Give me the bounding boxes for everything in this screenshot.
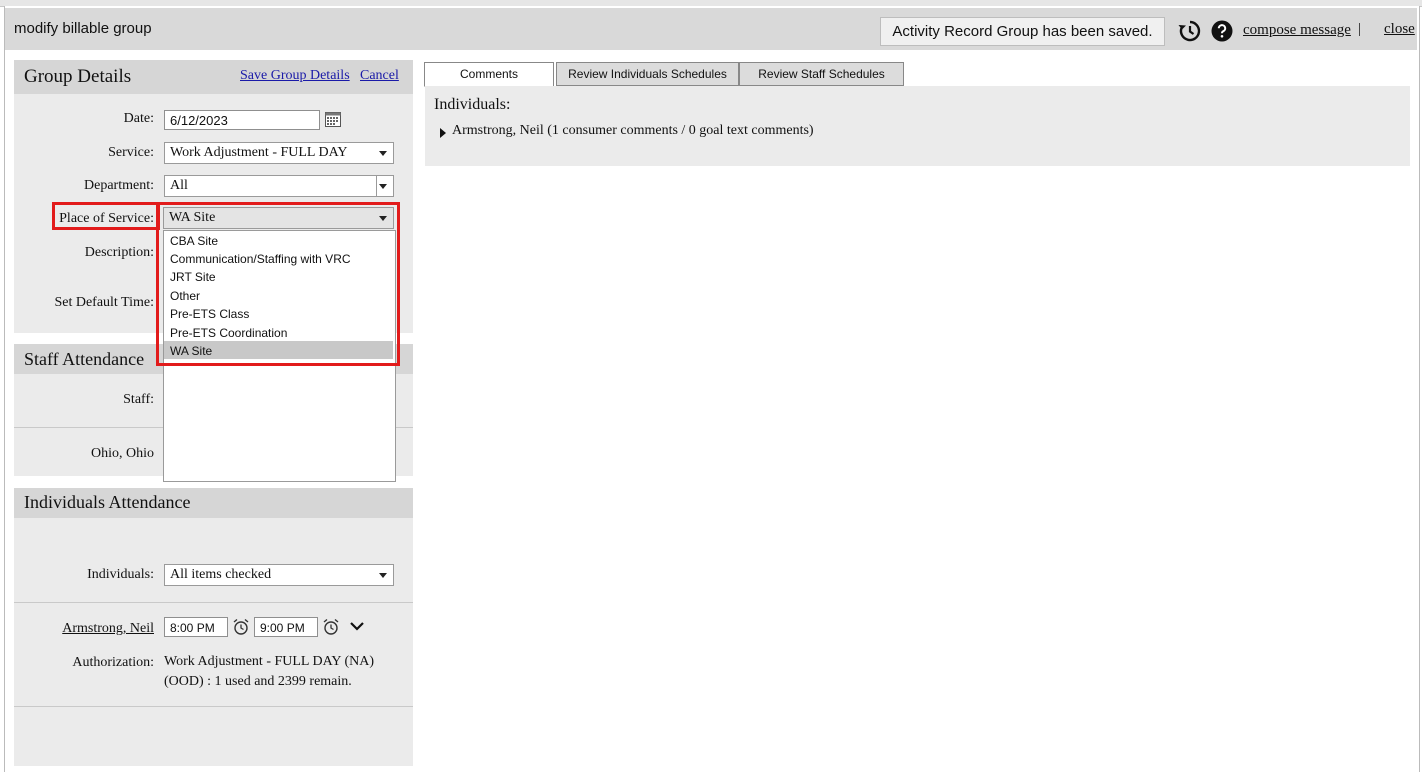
help-icon[interactable] bbox=[1211, 20, 1233, 42]
individuals-select-value: All items checked bbox=[170, 567, 272, 582]
tab-comments[interactable]: Comments bbox=[424, 62, 554, 87]
dropdown-highlight bbox=[156, 202, 400, 366]
service-select[interactable]: Work Adjustment - FULL DAY bbox=[164, 142, 394, 164]
calendar-icon[interactable] bbox=[325, 112, 341, 127]
location-label: Ohio, Ohio bbox=[91, 446, 154, 461]
comments-individuals-heading: Individuals: bbox=[434, 96, 511, 113]
department-select-value: All bbox=[170, 178, 188, 193]
group-details-heading: Group Details bbox=[24, 66, 132, 87]
alarm-clock-icon[interactable] bbox=[232, 618, 250, 636]
individual-name-link[interactable]: Armstrong, Neil bbox=[14, 621, 154, 637]
authorization-line-2: (OOD) : 1 used and 2399 remain. bbox=[164, 674, 352, 689]
tab-review-individuals-schedules[interactable]: Review Individuals Schedules bbox=[556, 62, 739, 86]
place-label-highlight bbox=[52, 202, 160, 230]
service-label: Service: bbox=[108, 145, 154, 160]
individuals-select[interactable]: All items checked bbox=[164, 564, 394, 586]
start-time-input[interactable]: 8:00 PM bbox=[164, 617, 228, 637]
chevron-down-icon bbox=[379, 573, 387, 578]
saved-message: Activity Record Group has been saved. bbox=[880, 17, 1165, 46]
staff-label: Staff: bbox=[123, 392, 154, 407]
divider bbox=[14, 602, 413, 603]
individuals-label: Individuals: bbox=[87, 567, 154, 582]
alarm-clock-icon[interactable] bbox=[322, 618, 340, 636]
chevron-down-icon[interactable] bbox=[349, 620, 365, 632]
comment-entry[interactable]: Armstrong, Neil (1 consumer comments / 0… bbox=[452, 123, 814, 139]
staff-attendance-heading: Staff Attendance bbox=[24, 349, 145, 369]
chevron-down-icon bbox=[379, 151, 387, 156]
authorization-label: Authorization: bbox=[72, 655, 154, 670]
end-time-input[interactable]: 9:00 PM bbox=[254, 617, 318, 637]
authorization-line-1: Work Adjustment - FULL DAY (NA) bbox=[164, 654, 375, 669]
description-label: Description: bbox=[84, 245, 154, 260]
department-select[interactable]: All bbox=[164, 175, 394, 197]
cancel-link[interactable]: Cancel bbox=[360, 68, 399, 84]
save-group-details-link[interactable]: Save Group Details bbox=[240, 68, 350, 84]
chevron-down-icon bbox=[379, 184, 387, 189]
select-divider bbox=[376, 176, 377, 196]
close-link[interactable]: close bbox=[1384, 21, 1415, 38]
dialog-title: modify billable group bbox=[14, 20, 152, 37]
header-separator: | bbox=[1358, 21, 1362, 37]
service-select-value: Work Adjustment - FULL DAY bbox=[170, 145, 348, 160]
history-icon[interactable] bbox=[1177, 19, 1201, 43]
expand-triangle-icon[interactable] bbox=[440, 128, 446, 138]
divider bbox=[14, 706, 413, 707]
individuals-attendance-heading: Individuals Attendance bbox=[24, 492, 191, 512]
dialog-header bbox=[5, 8, 1417, 50]
date-input[interactable]: 6/12/2023 bbox=[164, 110, 320, 130]
date-label: Date: bbox=[123, 111, 154, 126]
department-label: Department: bbox=[84, 178, 154, 193]
tab-review-staff-schedules[interactable]: Review Staff Schedules bbox=[739, 62, 904, 86]
default-time-label: Set Default Time: bbox=[54, 295, 154, 310]
compose-message-link[interactable]: compose message bbox=[1243, 22, 1351, 39]
